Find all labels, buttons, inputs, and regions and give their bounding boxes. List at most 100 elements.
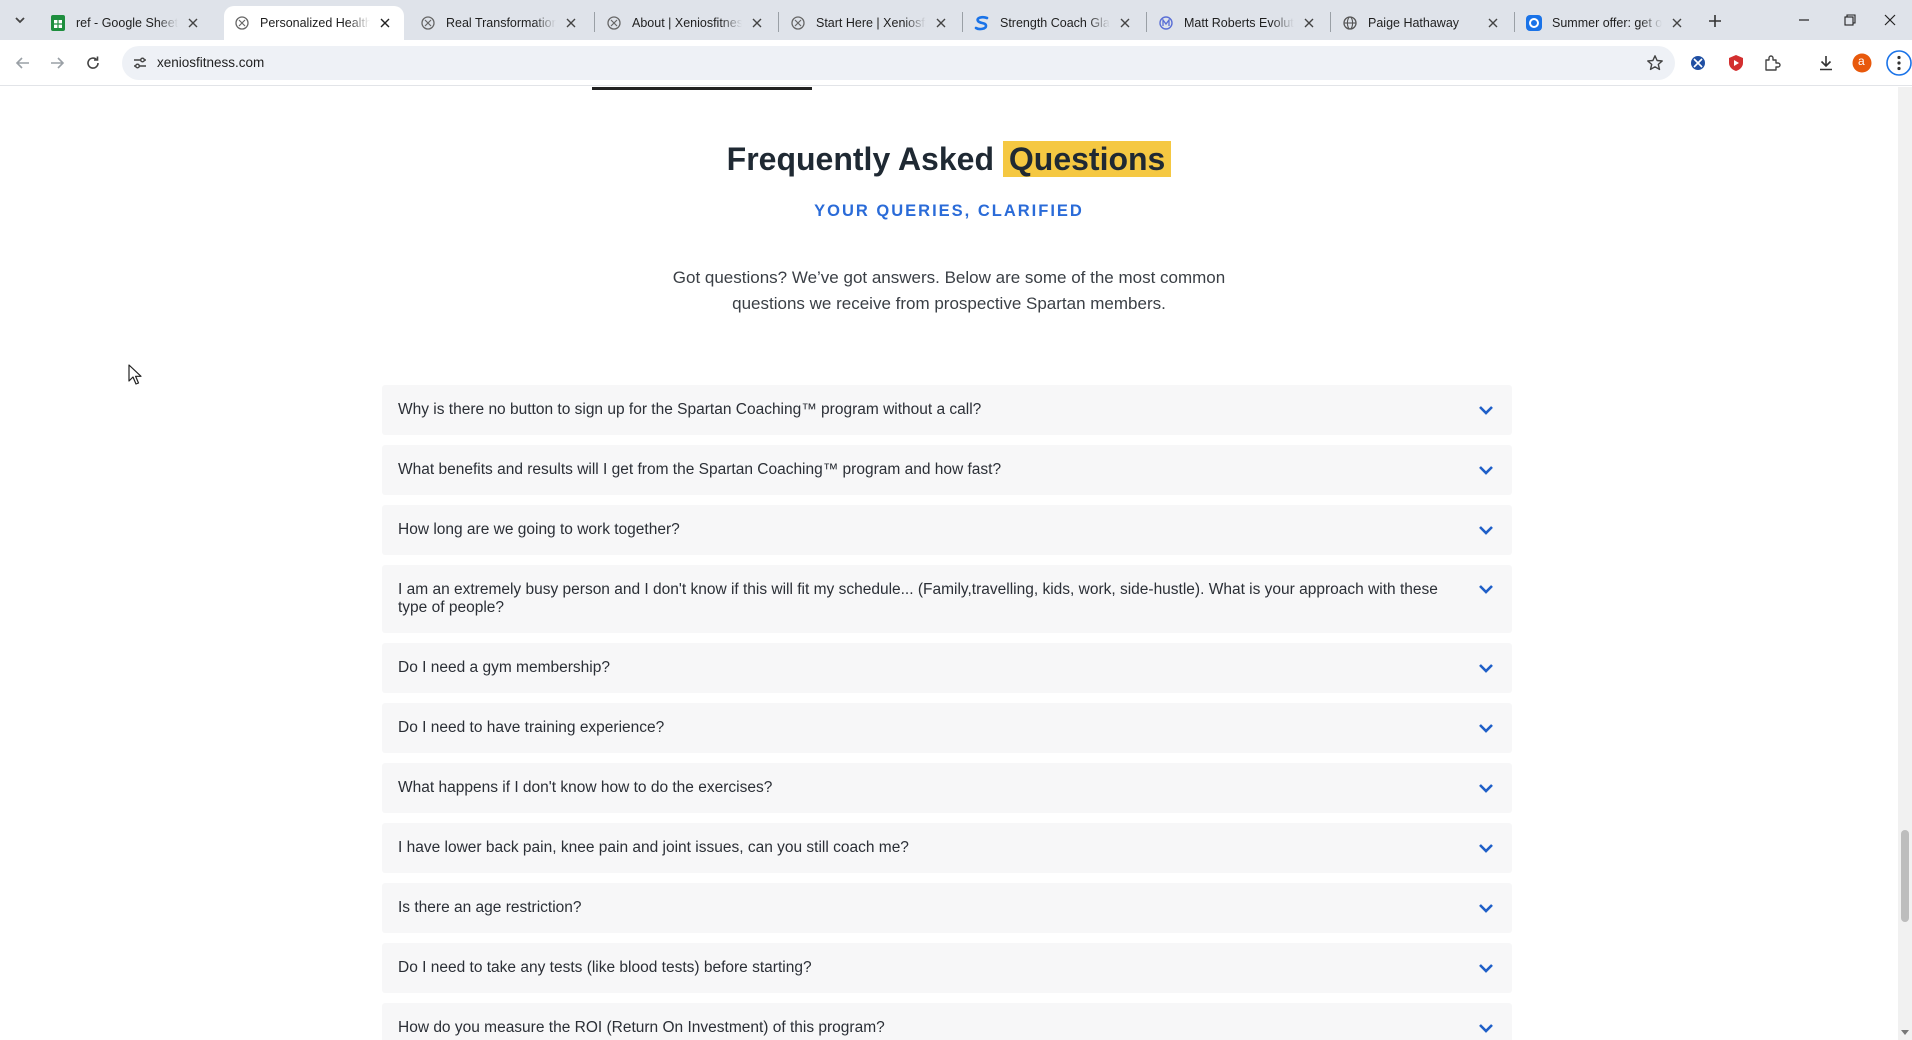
faq-question: Do I need to have training experience? (398, 719, 665, 736)
profile-initial: a (1858, 54, 1865, 68)
faq-question: What happens if I don't know how to do t… (398, 779, 773, 796)
minimize-icon (1799, 19, 1809, 21)
profile-avatar[interactable]: a (1850, 51, 1874, 75)
chevron-down-icon (1476, 718, 1496, 738)
new-tab-button[interactable] (1702, 8, 1728, 34)
tab-paige-hathaway[interactable]: Paige Hathaway (1332, 6, 1512, 40)
forward-button[interactable] (42, 48, 72, 78)
xenios-icon (606, 15, 622, 31)
tab-title: Start Here | Xeniosfitn (816, 16, 926, 30)
faq-question: I have lower back pain, knee pain and jo… (398, 839, 909, 856)
tab-title: Strength Coach Glasg (1000, 16, 1110, 30)
close-icon[interactable] (562, 14, 580, 32)
chevron-down-icon (1476, 520, 1496, 540)
close-window-button[interactable] (1866, 0, 1912, 40)
faq-item[interactable]: Do I need to have training experience? (382, 703, 1512, 753)
close-icon[interactable] (932, 14, 950, 32)
faq-item[interactable]: Do I need to take any tests (like blood … (382, 943, 1512, 993)
tab-title: Paige Hathaway (1368, 16, 1460, 30)
faq-question: How long are we going to work together? (398, 521, 680, 538)
faq-item[interactable]: I am an extremely busy person and I don'… (382, 565, 1512, 633)
close-icon[interactable] (1484, 14, 1502, 32)
tab-strip: ref - Google Sheets Personalized Health … (0, 0, 1912, 40)
xenios-icon (234, 15, 250, 31)
tab-strength-coach[interactable]: Strength Coach Glasg (964, 6, 1144, 40)
reload-button[interactable] (78, 48, 108, 78)
faq-title-main: Frequently Asked (726, 141, 1003, 177)
close-icon[interactable] (184, 14, 202, 32)
chevron-down-icon (1476, 400, 1496, 420)
tab-matt-roberts[interactable]: Matt Roberts Evolutio (1148, 6, 1328, 40)
bookmark-star-icon[interactable] (1645, 53, 1665, 73)
arrow-left-icon (15, 57, 29, 69)
tab-title: Personalized Health C (260, 16, 370, 30)
faq-item[interactable]: What benefits and results will I get fro… (382, 445, 1512, 495)
tab-title: About | Xeniosfitness (632, 16, 742, 30)
faq-item[interactable]: How long are we going to work together? (382, 505, 1512, 555)
faq-title-highlight: Questions (1002, 141, 1172, 177)
faq-item[interactable]: How do you measure the ROI (Return On In… (382, 1003, 1512, 1040)
faq-question: Is there an age restriction? (398, 899, 582, 916)
faq-title: Frequently Asked Questions (0, 141, 1898, 178)
mouse-cursor-icon (128, 364, 142, 385)
vertical-scrollbar[interactable] (1898, 87, 1912, 1040)
site-info-icon[interactable] (130, 53, 150, 73)
faq-item[interactable]: Is there an age restriction? (382, 883, 1512, 933)
url-text: xeniosfitness.com (157, 55, 265, 70)
tab-about-xeniosfitness[interactable]: About | Xeniosfitness (596, 6, 776, 40)
minimize-button[interactable] (1780, 0, 1828, 40)
faq-question: I am an extremely busy person and I don'… (398, 581, 1438, 616)
address-bar[interactable]: xeniosfitness.com (122, 46, 1675, 80)
xenios-icon (420, 15, 436, 31)
download-icon[interactable] (1814, 51, 1838, 75)
globe-icon (1342, 15, 1358, 31)
reload-icon (87, 56, 99, 69)
tab-summer-offer[interactable]: Summer offer: get on (1516, 6, 1696, 40)
sheets-icon (50, 15, 66, 31)
tab-real-transformations[interactable]: Real Transformations (410, 6, 590, 40)
scroll-down-arrow-icon[interactable] (1900, 1028, 1910, 1038)
extension-shield-icon[interactable] (1724, 51, 1748, 75)
faq-item[interactable]: What happens if I don't know how to do t… (382, 763, 1512, 813)
scrollbar-thumb[interactable] (1901, 830, 1909, 922)
chevron-down-icon (1476, 958, 1496, 978)
plus-icon (1709, 15, 1721, 27)
faq-subtitle: YOUR QUERIES, CLARIFIED (814, 202, 1084, 220)
close-icon (1884, 14, 1896, 26)
chrome-menu-button[interactable] (1886, 50, 1912, 76)
chevron-down-icon (15, 17, 25, 24)
chevron-down-icon (1476, 460, 1496, 480)
close-icon[interactable] (1668, 14, 1686, 32)
faq-intro: Got questions? We’ve got answers. Below … (672, 268, 1226, 313)
page-viewport: Frequently Asked Questions YOUR QUERIES,… (0, 87, 1912, 1040)
tab-start-here[interactable]: Start Here | Xeniosfitn (780, 6, 960, 40)
faq-item[interactable]: Why is there no button to sign up for th… (382, 385, 1512, 435)
close-icon[interactable] (748, 14, 766, 32)
faq-item[interactable]: I have lower back pain, knee pain and jo… (382, 823, 1512, 873)
back-button[interactable] (8, 48, 38, 78)
tab-personalized-health[interactable]: Personalized Health C (224, 6, 404, 40)
kebab-menu-icon (1886, 50, 1912, 76)
arrow-right-icon (51, 57, 65, 69)
close-icon[interactable] (1116, 14, 1134, 32)
chevron-down-icon (1476, 838, 1496, 858)
faq-item[interactable]: Do I need a gym membership? (382, 643, 1512, 693)
faq-question: Do I need a gym membership? (398, 659, 610, 676)
tab-title: ref - Google Sheets (76, 16, 178, 30)
tab-ref-google-sheets[interactable]: ref - Google Sheets (40, 6, 212, 40)
extensions-puzzle-icon[interactable] (1760, 51, 1784, 75)
restore-icon (1844, 14, 1856, 26)
chevron-down-icon (1476, 658, 1496, 678)
browser-toolbar: xeniosfitness.com a (0, 40, 1912, 86)
tab-title: Matt Roberts Evolutio (1184, 16, 1294, 30)
close-icon[interactable] (1300, 14, 1318, 32)
s-brand-icon (974, 15, 990, 31)
faq-question: What benefits and results will I get fro… (398, 461, 1002, 478)
close-icon[interactable] (376, 14, 394, 32)
tab-search-button[interactable] (8, 8, 32, 32)
extension-globe-icon[interactable] (1686, 51, 1710, 75)
m-brand-icon (1158, 15, 1174, 31)
chevron-down-icon (1476, 898, 1496, 918)
section-divider-accent (592, 87, 812, 90)
xenios-icon (790, 15, 806, 31)
